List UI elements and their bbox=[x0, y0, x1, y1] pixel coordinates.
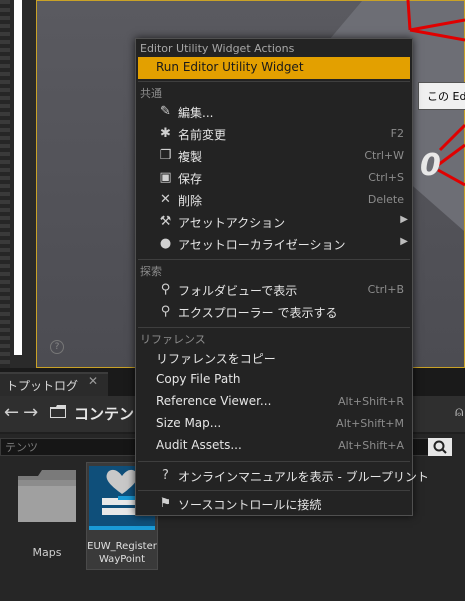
menu-item-audit-assets[interactable]: Audit Assets... Alt+Shift+A bbox=[138, 435, 410, 457]
source-control-icon: ⚑ bbox=[159, 496, 172, 511]
menu-item-online-manual[interactable]: ? オンラインマニュアルを表示 - ブループリント bbox=[138, 465, 429, 487]
run-editor-utility-widget-item[interactable]: Run Editor Utility Widget bbox=[138, 57, 410, 79]
menu-item-reference-viewer[interactable]: Reference Viewer... Alt+Shift+R bbox=[138, 391, 410, 413]
lock-icon[interactable]: ⍝ bbox=[455, 404, 463, 420]
menu-separator bbox=[138, 490, 410, 491]
euw-asset-type-bar bbox=[89, 526, 155, 530]
maps-folder-label: Maps bbox=[32, 546, 62, 559]
magnifier-icon: ⚲ bbox=[160, 282, 171, 297]
section-common-header: 共通 bbox=[140, 87, 162, 100]
menu-item-show-in-folder[interactable]: ⚲ フォルダビューで表示 Ctrl+B bbox=[138, 279, 410, 301]
menu-item-show-in-explorer[interactable]: ⚲ エクスプローラー で表示する bbox=[138, 301, 410, 323]
pencil-icon: ✎ bbox=[160, 104, 171, 119]
submenu-arrow-icon: ▶ bbox=[400, 236, 408, 247]
folder-icon bbox=[50, 405, 66, 418]
euw-asset-label-line2: WayPoint bbox=[98, 554, 146, 565]
menu-separator bbox=[138, 327, 410, 328]
menu-item-copy-reference[interactable]: リファレンスをコピー bbox=[138, 347, 410, 369]
left-panel-white-bar bbox=[14, 0, 22, 355]
menu-item-source-control[interactable]: ⚑ ソースコントロールに接続 bbox=[138, 493, 410, 515]
euw-asset-label-line1: EUW_Register bbox=[87, 541, 157, 552]
menu-item-rename[interactable]: ✱ 名前変更 F2 bbox=[138, 123, 410, 145]
section-references-header: リファレンス bbox=[140, 333, 206, 346]
left-panel-scrollbar[interactable] bbox=[0, 0, 10, 368]
close-icon[interactable]: ✕ bbox=[88, 374, 98, 388]
save-icon: ▣ bbox=[159, 170, 172, 185]
duplicate-icon: ❐ bbox=[159, 148, 172, 163]
rename-star-icon: ✱ bbox=[160, 126, 171, 141]
menu-item-asset-localization[interactable]: ● アセットローカライゼーション ▶ bbox=[138, 233, 410, 255]
viewport-tooltip: この Edi bbox=[418, 82, 465, 110]
submenu-arrow-icon: ▶ bbox=[400, 214, 408, 225]
viewport-digit: 0 bbox=[420, 148, 441, 183]
run-editor-utility-widget-label: Run Editor Utility Widget bbox=[156, 60, 304, 74]
menu-item-asset-actions[interactable]: ⚒ アセットアクション ▶ bbox=[138, 211, 410, 233]
globe-icon: ● bbox=[159, 236, 172, 251]
menu-item-copy-file-path[interactable]: Copy File Path bbox=[138, 369, 410, 391]
menu-item-size-map[interactable]: Size Map... Alt+Shift+M bbox=[138, 413, 410, 435]
section-explore-header: 探索 bbox=[140, 265, 162, 278]
help-icon[interactable]: ? bbox=[50, 340, 64, 354]
nav-arrows-icon[interactable]: ←→ bbox=[4, 402, 42, 423]
menu-separator bbox=[138, 81, 410, 82]
menu-separator bbox=[138, 461, 410, 462]
delete-x-icon: ✕ bbox=[160, 192, 171, 207]
context-menu: Editor Utility Widget Actions Run Editor… bbox=[135, 38, 429, 516]
help-circle-icon: ? bbox=[162, 468, 169, 483]
wrench-icon: ⚒ bbox=[159, 214, 172, 229]
menu-separator bbox=[138, 259, 410, 260]
menu-item-delete[interactable]: ✕ 削除 Delete bbox=[138, 189, 410, 211]
search-icon[interactable] bbox=[428, 438, 452, 456]
maps-folder-icon[interactable] bbox=[14, 470, 80, 522]
menu-header: Editor Utility Widget Actions bbox=[140, 42, 295, 55]
menu-item-save[interactable]: ▣ 保存 Ctrl+S bbox=[138, 167, 410, 189]
menu-item-edit[interactable]: ✎ 編集... bbox=[138, 101, 410, 123]
euw-asset-label: EUW_Register WayPoint bbox=[86, 540, 158, 566]
magnifier-icon: ⚲ bbox=[160, 304, 171, 319]
menu-item-duplicate[interactable]: ❐ 複製 Ctrl+W bbox=[138, 145, 410, 167]
